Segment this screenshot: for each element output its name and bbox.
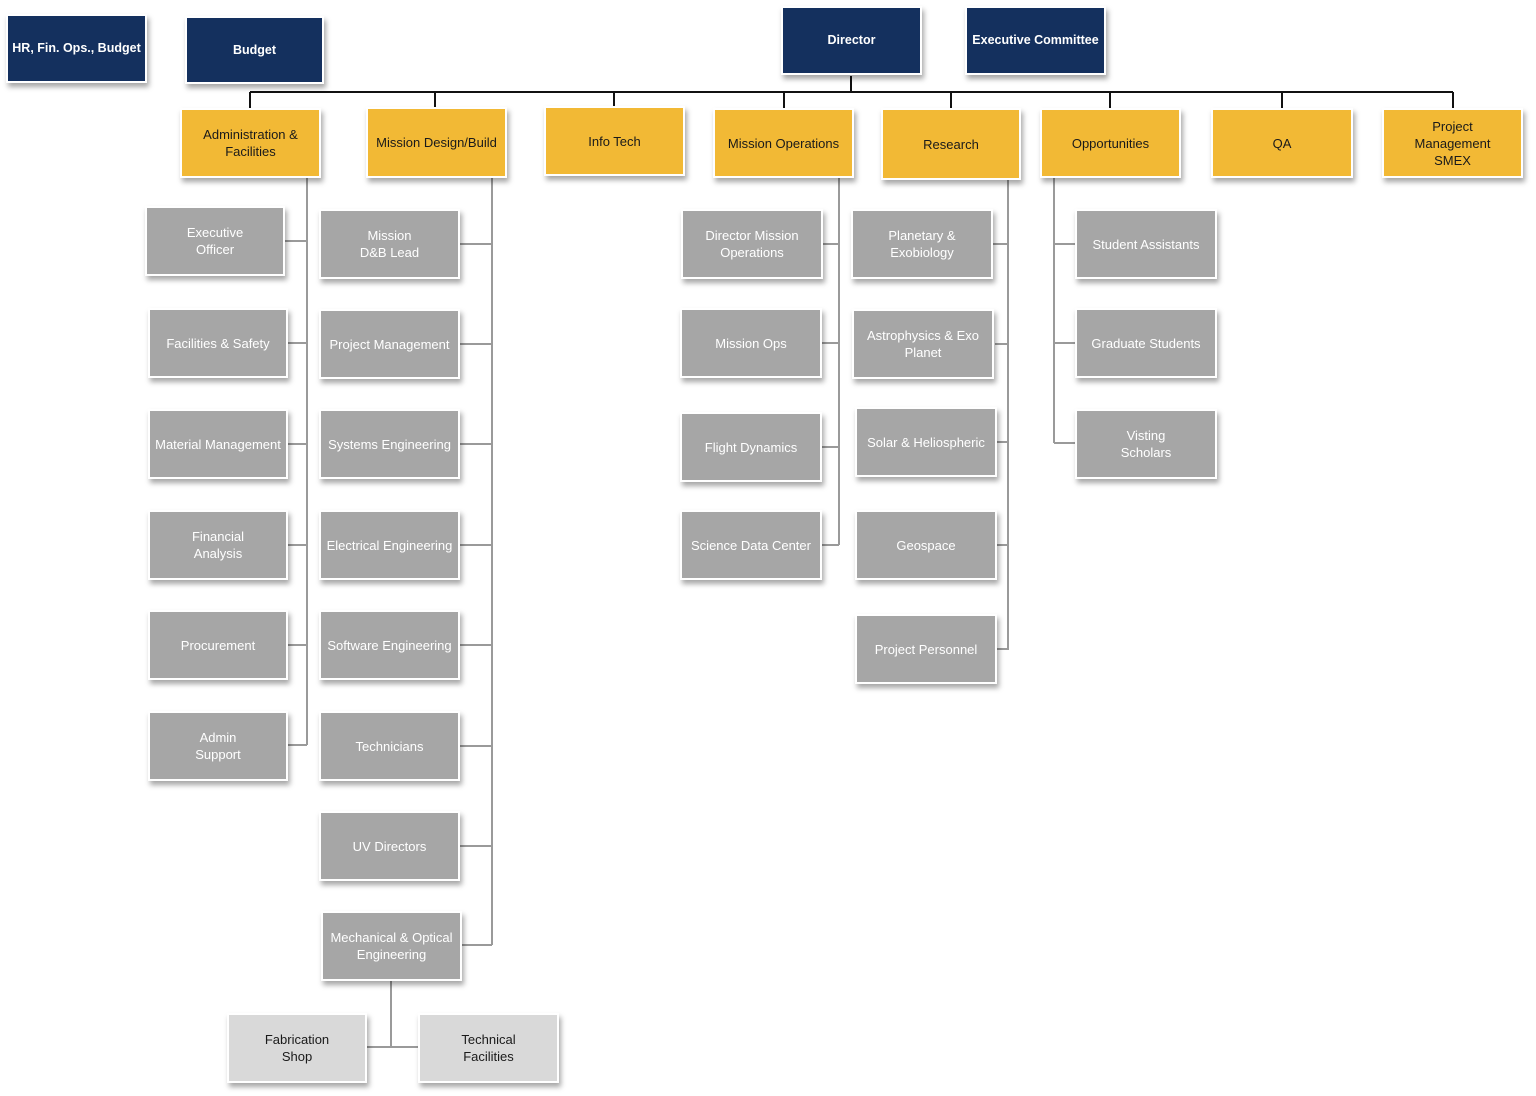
unit-opportunities: Graduate Students: [1075, 308, 1217, 378]
unit-admin: Admin Support: [148, 711, 288, 781]
unit-research: Project Personnel: [855, 614, 997, 684]
division-info-tech: Info Tech: [544, 106, 685, 176]
unit-opportunities: Student Assistants: [1075, 209, 1217, 279]
unit-admin: Financial Analysis: [148, 510, 288, 580]
unit-research: Geospace: [855, 510, 997, 580]
unit-research: Astrophysics & Exo Planet: [852, 309, 994, 379]
unit-admin: Material Management: [148, 409, 288, 479]
unit-mission-operations: Mission Ops: [680, 308, 822, 378]
unit-research: Solar & Heliospheric: [855, 407, 997, 477]
unit-mission-design-build: UV Directors: [319, 811, 460, 881]
division-research: Research: [881, 108, 1021, 180]
unit-technical-facilities: Technical Facilities: [418, 1013, 559, 1083]
division-project-management-smex: Project Management SMEX: [1382, 108, 1523, 178]
unit-mission-design-build: Electrical Engineering: [319, 510, 460, 580]
unit-mission-design-build: Systems Engineering: [319, 409, 460, 479]
box-director: Director: [781, 6, 922, 75]
unit-mission-operations: Science Data Center: [680, 510, 822, 580]
unit-mission-operations: Director Mission Operations: [681, 209, 823, 279]
unit-fabrication-shop: Fabrication Shop: [227, 1013, 367, 1083]
unit-admin: Executive Officer: [145, 206, 285, 276]
unit-admin: Procurement: [148, 610, 288, 680]
box-hr-fin-ops-budget: HR, Fin. Ops., Budget: [6, 14, 147, 83]
unit-mission-design-build: Mission D&B Lead: [319, 209, 460, 279]
unit-admin: Facilities & Safety: [148, 308, 288, 378]
division-opportunities: Opportunities: [1040, 108, 1181, 178]
box-executive-committee: Executive Committee: [965, 6, 1106, 75]
division-mission-operations: Mission Operations: [713, 108, 854, 178]
top-connectors: [249, 76, 1454, 108]
unit-mission-design-build: Technicians: [319, 711, 460, 781]
unit-mission-design-build: Project Management: [319, 309, 460, 379]
unit-research: Planetary & Exobiology: [851, 209, 993, 279]
division-admin-facilities: Administration & Facilities: [180, 108, 321, 178]
division-mission-design-build: Mission Design/Build: [366, 107, 507, 178]
unit-mission-operations: Flight Dynamics: [680, 412, 822, 482]
box-budget: Budget: [185, 16, 324, 84]
division-qa: QA: [1211, 108, 1353, 178]
unit-mission-design-build: Mechanical & Optical Engineering: [321, 911, 462, 981]
unit-opportunities: Visting Scholars: [1075, 409, 1217, 479]
unit-mission-design-build: Software Engineering: [319, 610, 460, 680]
